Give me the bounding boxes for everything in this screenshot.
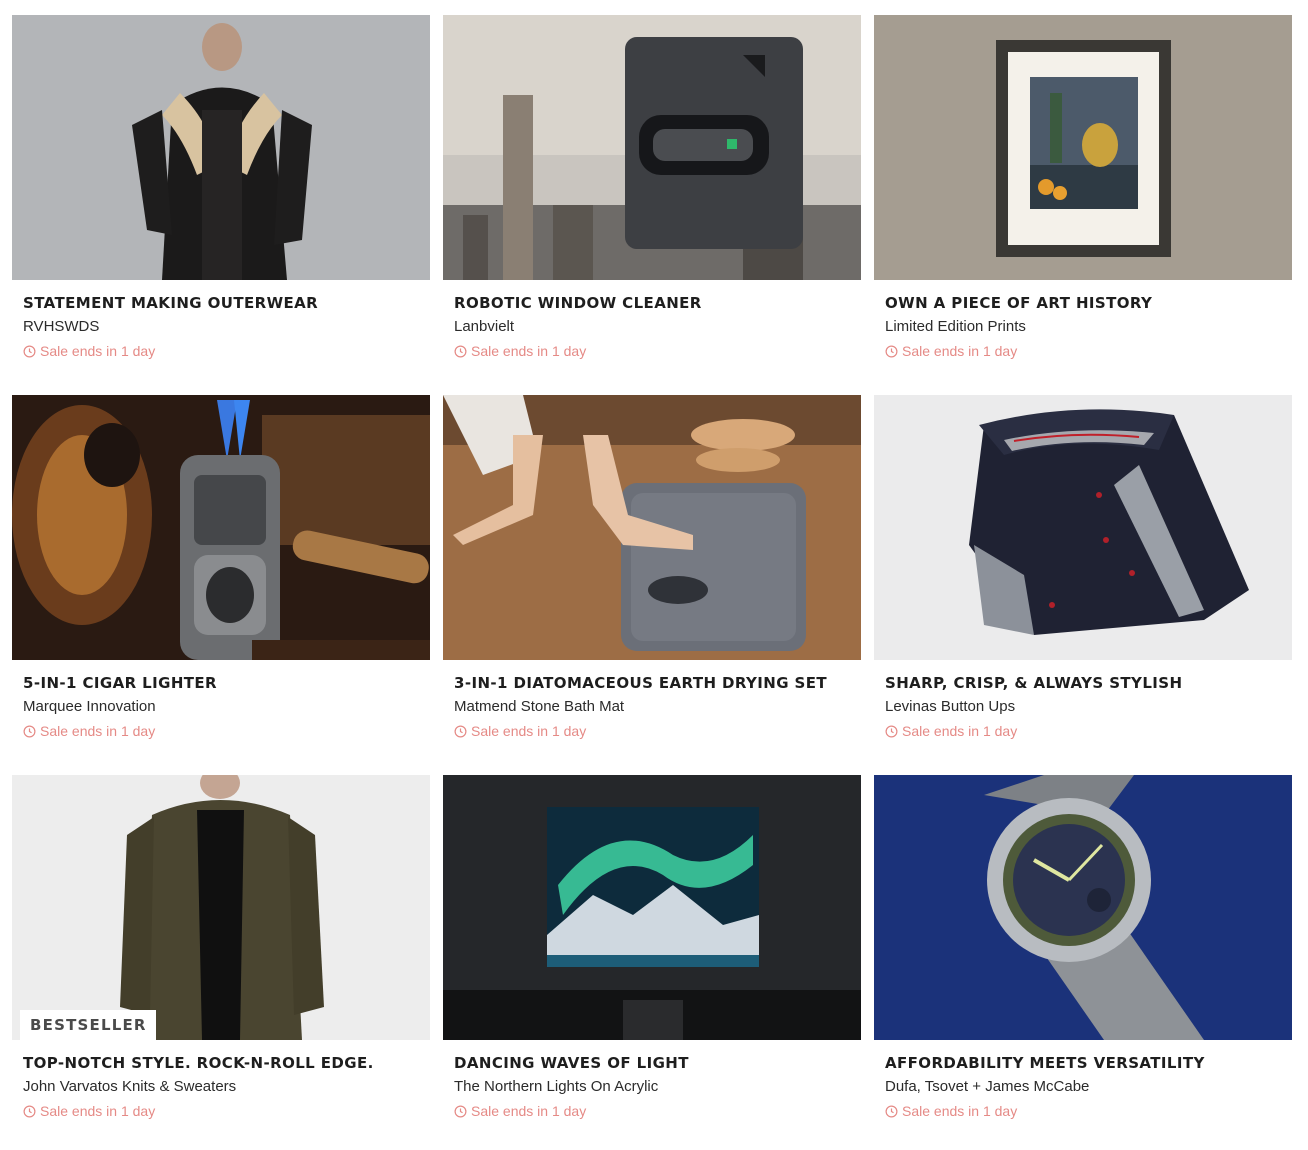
sale-text: Sale ends in 1 day [40,723,156,739]
bestseller-badge: BESTSELLER [20,1010,156,1040]
product-title[interactable]: AFFORDABILITY MEETS VERSATILITY [885,1054,1292,1072]
product-image[interactable] [443,15,861,280]
sale-text: Sale ends in 1 day [471,343,587,359]
product-card-northern-lights[interactable]: DANCING WAVES OF LIGHT The Northern Ligh… [443,775,861,1135]
knit-sweater-photo [12,775,430,1040]
sale-text: Sale ends in 1 day [40,1103,156,1119]
product-brand: John Varvatos Knits & Sweaters [23,1078,237,1095]
product-title[interactable]: OWN A PIECE OF ART HISTORY [885,294,1292,312]
product-card-watches[interactable]: AFFORDABILITY MEETS VERSATILITY Dufa, Ts… [874,775,1292,1135]
sale-text: Sale ends in 1 day [902,1103,1018,1119]
clock-icon [454,345,467,357]
folded-shirt-photo [874,395,1292,660]
sale-timer: Sale ends in 1 day [23,343,430,359]
product-title[interactable]: 5-IN-1 CIGAR LIGHTER [23,674,430,692]
product-image[interactable] [443,395,861,660]
product-brand: RVHSWDS [23,318,100,335]
sale-timer: Sale ends in 1 day [23,723,430,739]
product-card-art-prints[interactable]: OWN A PIECE OF ART HISTORY Limited Editi… [874,15,1292,375]
sale-timer: Sale ends in 1 day [885,1103,1292,1119]
sale-timer: Sale ends in 1 day [885,723,1292,739]
framed-print-photo [874,15,1292,280]
clock-icon [23,1105,36,1117]
product-card-cigar-lighter[interactable]: 5-IN-1 CIGAR LIGHTER Marquee Innovation … [12,395,430,755]
clock-icon [454,1105,467,1117]
product-card-bath-mat[interactable]: 3-IN-1 DIATOMACEOUS EARTH DRYING SET Mat… [443,395,861,755]
clock-icon [23,345,36,357]
product-card-knits[interactable]: BESTSELLER TOP-NOTCH STYLE. ROCK-N-ROLL … [12,775,430,1135]
product-title[interactable]: SHARP, CRISP, & ALWAYS STYLISH [885,674,1292,692]
sale-timer: Sale ends in 1 day [885,343,1292,359]
outerwear-photo [12,15,430,280]
sale-text: Sale ends in 1 day [902,343,1018,359]
sale-timer: Sale ends in 1 day [454,723,861,739]
product-card-button-ups[interactable]: SHARP, CRISP, & ALWAYS STYLISH Levinas B… [874,395,1292,755]
watch-photo [874,775,1292,1040]
window-cleaner-photo [443,15,861,280]
product-title[interactable]: ROBOTIC WINDOW CLEANER [454,294,861,312]
product-brand: Lanbvielt [454,318,515,335]
clock-icon [885,1105,898,1117]
product-image[interactable] [443,775,861,1040]
product-brand: The Northern Lights On Acrylic [454,1078,659,1095]
clock-icon [885,725,898,737]
product-image[interactable] [874,775,1292,1040]
product-card-window-cleaner[interactable]: ROBOTIC WINDOW CLEANER Lanbvielt Sale en… [443,15,861,375]
product-image[interactable] [12,15,430,280]
product-brand: Levinas Button Ups [885,698,1016,715]
product-brand: Dufa, Tsovet + James McCabe [885,1078,1090,1095]
product-title[interactable]: 3-IN-1 DIATOMACEOUS EARTH DRYING SET [454,674,861,692]
product-image[interactable] [874,15,1292,280]
sale-text: Sale ends in 1 day [471,1103,587,1119]
sale-text: Sale ends in 1 day [902,723,1018,739]
bath-mat-photo [443,395,861,660]
clock-icon [885,345,898,357]
product-title[interactable]: STATEMENT MAKING OUTERWEAR [23,294,430,312]
clock-icon [454,725,467,737]
product-grid: STATEMENT MAKING OUTERWEAR RVHSWDS Sale … [12,15,1292,1135]
sale-timer: Sale ends in 1 day [454,343,861,359]
product-brand: Matmend Stone Bath Mat [454,698,625,715]
product-brand: Marquee Innovation [23,698,156,715]
product-brand: Limited Edition Prints [885,318,1026,335]
northern-lights-photo [443,775,861,1040]
product-image[interactable]: BESTSELLER [12,775,430,1040]
product-image[interactable] [874,395,1292,660]
sale-text: Sale ends in 1 day [471,723,587,739]
product-title[interactable]: DANCING WAVES OF LIGHT [454,1054,861,1072]
sale-text: Sale ends in 1 day [40,343,156,359]
product-card-outerwear[interactable]: STATEMENT MAKING OUTERWEAR RVHSWDS Sale … [12,15,430,375]
product-title[interactable]: TOP-NOTCH STYLE. ROCK-N-ROLL EDGE. [23,1054,430,1072]
cigar-lighter-photo [12,395,430,660]
product-image[interactable] [12,395,430,660]
sale-timer: Sale ends in 1 day [23,1103,430,1119]
sale-timer: Sale ends in 1 day [454,1103,861,1119]
clock-icon [23,725,36,737]
